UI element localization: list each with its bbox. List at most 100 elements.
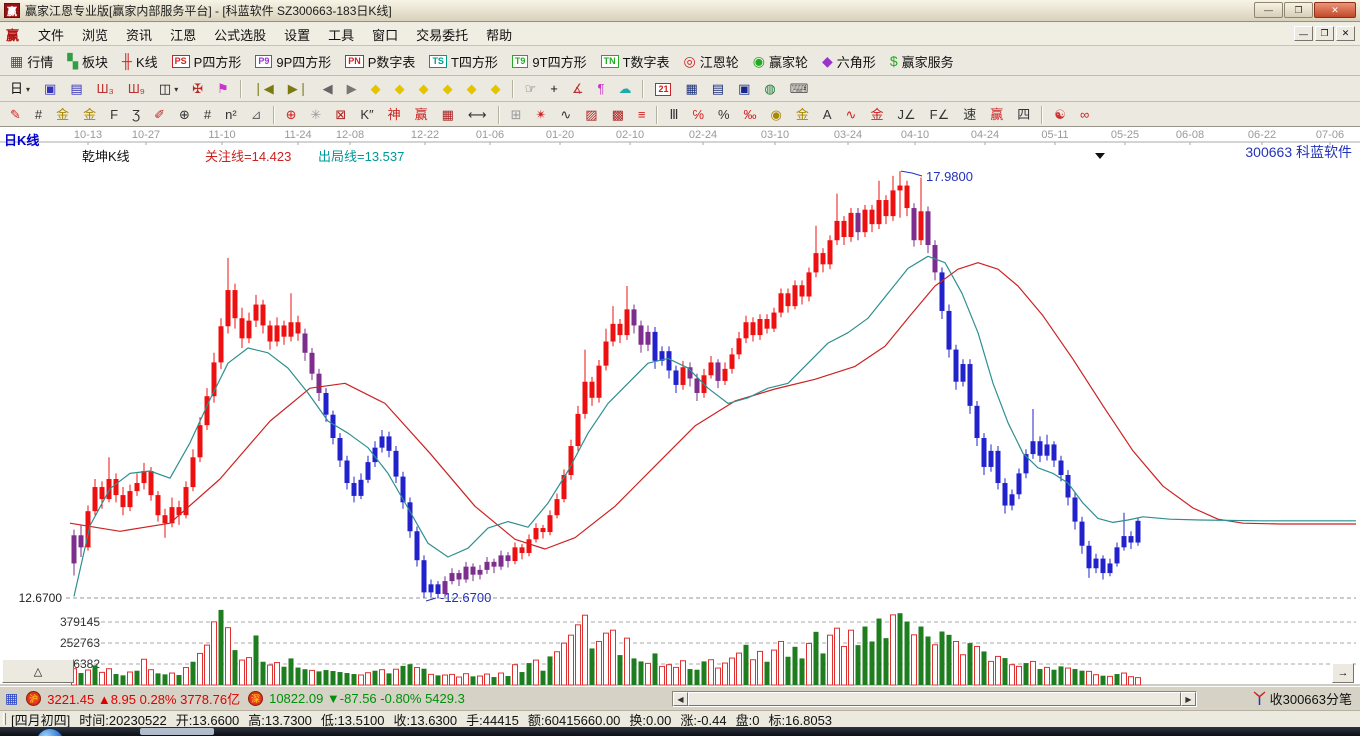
shanghai-index-icon[interactable]: 沪 xyxy=(26,691,41,706)
gann-compass-button[interactable]: ⊕ xyxy=(280,105,303,125)
gann-diamond-right-button[interactable]: ◆ xyxy=(389,79,411,99)
prev-page-button[interactable]: ◀ xyxy=(317,79,339,99)
angle-wedge-button[interactable]: ⊿ xyxy=(245,105,268,125)
gold-channel-button[interactable]: 金 xyxy=(77,105,102,125)
square-target-button[interactable]: ⊠ xyxy=(329,105,352,125)
t-number-table-button[interactable]: TNT数字表 xyxy=(595,50,676,73)
grid-lines-button[interactable]: # xyxy=(29,105,48,125)
gann-wheel-button[interactable]: ◎江恩轮 xyxy=(678,50,745,73)
shen-marker-button[interactable]: 神 xyxy=(382,105,407,125)
chart-9-button[interactable]: Ш₉ xyxy=(122,79,151,99)
menu-window[interactable]: 窗口 xyxy=(363,23,407,46)
ticker-text[interactable]: 收300663分笔 xyxy=(1270,689,1352,708)
win-marker-button[interactable]: 赢 xyxy=(409,105,434,125)
pct-band-button[interactable]: ℅ xyxy=(686,105,710,125)
scrollbar-left-arrow-icon[interactable]: ◀ xyxy=(673,692,688,706)
gold-underline-button[interactable]: 金 xyxy=(864,105,889,125)
percent-button[interactable]: % xyxy=(712,105,736,125)
nine-p-square-button[interactable]: P99P四方形 xyxy=(249,50,337,73)
restore-button[interactable]: ❐ xyxy=(1284,2,1313,18)
permille-button[interactable]: ‰ xyxy=(738,105,763,125)
minimize-button[interactable]: — xyxy=(1254,2,1283,18)
hatch-grid-2-button[interactable]: ▩ xyxy=(606,105,630,125)
chart-scroll-right-button[interactable]: → xyxy=(1332,663,1354,683)
winner-wheel-button[interactable]: ◉赢家轮 xyxy=(747,50,814,73)
calculator-button[interactable]: ▦ xyxy=(679,79,703,99)
shenzhen-index-icon[interactable]: 深 xyxy=(248,691,263,706)
win-angle-button[interactable]: 赢 xyxy=(984,105,1009,125)
parallel-lines-button[interactable]: ≡ xyxy=(632,105,652,125)
ray-fan-button[interactable]: ✴ xyxy=(529,105,552,125)
p-square-button[interactable]: PSP四方形 xyxy=(166,50,248,73)
mdi-minimize-button[interactable]: — xyxy=(1294,26,1313,41)
f-angle-button[interactable]: F∠ xyxy=(924,105,956,125)
next-page-button[interactable]: ▶ xyxy=(341,79,363,99)
stat-bars-button[interactable]: Ⅲ xyxy=(663,105,684,125)
star-target-button[interactable]: ✳ xyxy=(305,105,328,125)
last-page-button[interactable]: ▶❘ xyxy=(282,79,315,99)
chart-3-button[interactable]: Ш₃ xyxy=(91,79,120,99)
sectors-button[interactable]: ▚板块 xyxy=(61,50,114,73)
dropdown-arrow-icon[interactable]: ▾ xyxy=(174,85,178,94)
taskbar-window-button[interactable] xyxy=(140,728,214,735)
menu-formula-stock-pick[interactable]: 公式选股 xyxy=(205,23,275,46)
menu-browse[interactable]: 浏览 xyxy=(73,23,117,46)
winner-service-button[interactable]: $赢家服务 xyxy=(884,50,960,73)
scrollbar-thumb[interactable] xyxy=(688,692,1181,706)
four-angle-button[interactable]: 四 xyxy=(1011,105,1036,125)
qiankun-kline-button[interactable]: ✠ xyxy=(186,79,209,99)
print-button[interactable]: ⌨ xyxy=(784,79,815,99)
k-mark-button[interactable]: K″ xyxy=(354,105,379,125)
dropdown-arrow-icon[interactable]: ▾ xyxy=(26,85,30,94)
menu-help[interactable]: 帮助 xyxy=(477,23,521,46)
ornament-tool-button[interactable]: ¶ xyxy=(591,79,610,99)
angle-tool-button[interactable]: ∡ xyxy=(566,79,590,99)
gann-diamond-expand-button[interactable]: ◆ xyxy=(461,79,483,99)
kline-button[interactable]: ╫K线 xyxy=(116,50,164,73)
first-page-button[interactable]: ❘◀ xyxy=(247,79,280,99)
nine-t-square-button[interactable]: T99T四方形 xyxy=(506,50,593,73)
time-hash-button[interactable]: # xyxy=(198,105,217,125)
market-grid-icon[interactable]: ▦ xyxy=(5,690,18,707)
horizontal-scrollbar[interactable]: ◀ ▶ xyxy=(672,691,1197,707)
gann-diamond-all-button[interactable]: ◆ xyxy=(485,79,507,99)
menu-settings[interactable]: 设置 xyxy=(275,23,319,46)
zigzag-button[interactable]: ∿ xyxy=(554,105,577,125)
fib-lines-button[interactable]: F xyxy=(104,105,124,125)
pattern-button[interactable]: ▣ xyxy=(38,79,62,99)
gann-diamond-shrink-button[interactable]: ◆ xyxy=(437,79,459,99)
gann-diamond-h-button[interactable]: ◆ xyxy=(413,79,435,99)
close-button[interactable]: ✕ xyxy=(1314,2,1356,18)
hexagon-button[interactable]: ◆六角形 xyxy=(816,50,882,73)
save-button[interactable]: ▣ xyxy=(732,79,756,99)
trend-pen-button[interactable]: ✎ xyxy=(4,105,27,125)
period-day-button[interactable]: 日▾ xyxy=(4,79,36,99)
t-square-button[interactable]: TST四方形 xyxy=(423,50,503,73)
menu-gann[interactable]: 江恩 xyxy=(161,23,205,46)
j-angle-button[interactable]: J∠ xyxy=(891,105,921,125)
export-chart-button[interactable]: ◍ xyxy=(758,79,781,99)
n-square-button[interactable]: n² xyxy=(219,105,243,125)
report-button[interactable]: ▤ xyxy=(64,79,88,99)
kline-chart[interactable]: 10-1310-2711-1011-2412-0812-2201-0601-20… xyxy=(0,127,1360,687)
speed-angle-button[interactable]: 速 xyxy=(957,105,982,125)
gold-circle-button[interactable]: ◉ xyxy=(765,105,788,125)
color-kline-button[interactable]: ⚑ xyxy=(211,79,235,99)
mdi-restore-button[interactable]: ❐ xyxy=(1315,26,1334,41)
menu-file[interactable]: 文件 xyxy=(29,23,73,46)
notes-button[interactable]: ▤ xyxy=(706,79,730,99)
p-number-table-button[interactable]: PNP数字表 xyxy=(339,50,421,73)
cloud-tool-button[interactable]: ☁ xyxy=(612,79,637,99)
wave-band-button[interactable]: ∿ xyxy=(840,105,863,125)
calendar-21-button[interactable]: 21 xyxy=(649,81,677,98)
infinity-button[interactable]: ∞ xyxy=(1074,105,1095,125)
scrollbar-right-arrow-icon[interactable]: ▶ xyxy=(1181,692,1196,706)
menu-tools[interactable]: 工具 xyxy=(319,23,363,46)
pane-label[interactable]: 日K线 xyxy=(4,130,39,149)
menu-trade-entrust[interactable]: 交易委托 xyxy=(407,23,477,46)
mdi-close-button[interactable]: ✕ xyxy=(1336,26,1355,41)
gann-diamond-left-button[interactable]: ◆ xyxy=(365,79,387,99)
wave-3-button[interactable]: Ʒ xyxy=(126,105,146,125)
candle-type-button[interactable]: ◫▾ xyxy=(153,79,184,99)
hatch-grid-button[interactable]: ▨ xyxy=(579,105,603,125)
